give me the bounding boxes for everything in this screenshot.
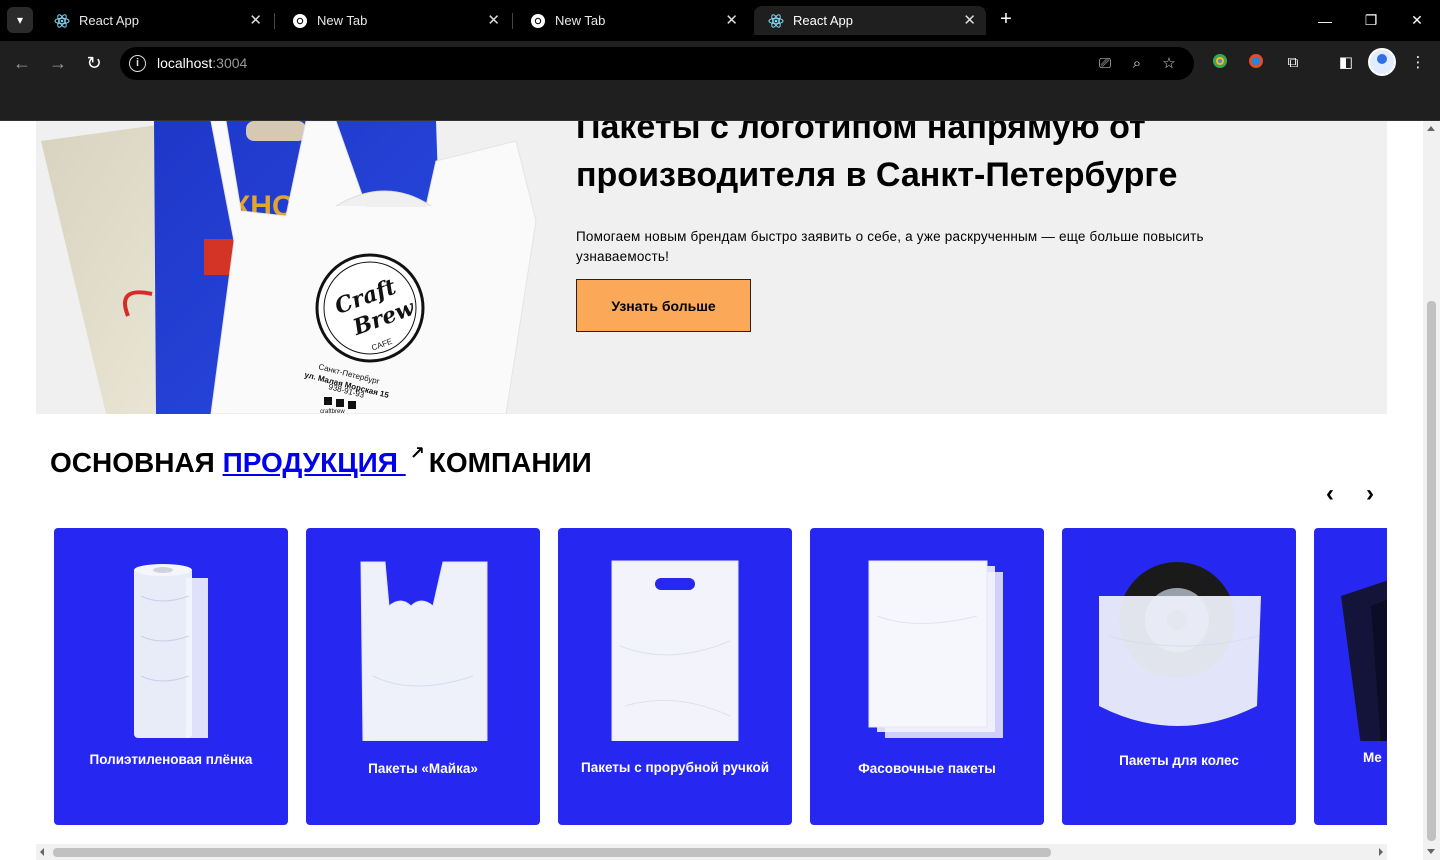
more-menu-icon[interactable]: ⋮ xyxy=(1407,52,1429,74)
restore-icon[interactable]: ❐ xyxy=(1348,0,1394,41)
tab-title: React App xyxy=(79,13,139,28)
close-window-icon[interactable]: ✕ xyxy=(1394,0,1440,41)
back-arrow-icon[interactable]: ← xyxy=(11,52,33,74)
product-label: Ме xyxy=(1363,750,1382,765)
hero-bags-image: КНС Craft Brew CAFE Санкт-Петербург ул. … xyxy=(36,121,556,414)
product-carousel: Полиэтиленовая плёнка Пакеты «Майка» Пак… xyxy=(36,528,1387,826)
scroll-left-arrow-icon[interactable] xyxy=(40,848,44,856)
product-card-tshirt-bag[interactable]: Пакеты «Майка» xyxy=(306,528,540,825)
browser-toolbar: ← → ↻ i localhost:3004 ⎚ ⌕ ☆ ⧉ ◧ ⋮ xyxy=(0,41,1440,85)
tab-title: New Tab xyxy=(555,13,606,28)
product-card-film[interactable]: Полиэтиленовая плёнка xyxy=(54,528,288,825)
film-roll-image xyxy=(81,556,261,741)
product-label: Пакеты «Майка» xyxy=(368,761,478,776)
tab-react-app-1[interactable]: React App ✕ xyxy=(40,6,272,35)
zoom-icon[interactable]: ⌕ xyxy=(1127,54,1147,74)
tshirt-bag-image xyxy=(333,556,513,742)
forward-arrow-icon[interactable]: → xyxy=(47,52,69,74)
reload-icon[interactable]: ↻ xyxy=(83,52,105,74)
external-link-icon: ↗ xyxy=(409,443,425,463)
product-card-partial[interactable]: Ме xyxy=(1314,528,1387,825)
tab-new-tab-1[interactable]: New Tab ✕ xyxy=(278,6,510,35)
bookmarks-bar xyxy=(0,85,1440,121)
product-label: Пакеты для колес xyxy=(1119,753,1239,768)
scroll-right-arrow-icon[interactable] xyxy=(1379,848,1383,856)
vertical-scrollbar[interactable] xyxy=(1423,121,1440,860)
tab-new-tab-2[interactable]: New Tab ✕ xyxy=(516,6,748,35)
horizontal-scroll-thumb[interactable] xyxy=(53,848,1051,857)
profile-avatar[interactable] xyxy=(1368,48,1396,76)
carousel-prev-button[interactable]: ‹ xyxy=(1318,481,1342,507)
tab-strip: ▾ React App ✕ New Tab ✕ New Tab ✕ React … xyxy=(0,0,1440,41)
product-label: Пакеты с прорубной ручкой xyxy=(581,760,769,775)
extensions-puzzle-icon[interactable]: ⧉ xyxy=(1282,52,1304,74)
section-title: ОСНОВНАЯ ПРОДУКЦИЯ ↗ КОМПАНИИ xyxy=(50,443,592,479)
url-text[interactable]: localhost:3004 xyxy=(157,55,247,71)
tab-separator xyxy=(274,13,275,29)
react-icon xyxy=(54,13,70,29)
title-part-1: ОСНОВНАЯ xyxy=(50,447,223,478)
title-part-2: КОМПАНИИ xyxy=(428,447,592,478)
tab-title: New Tab xyxy=(317,13,368,28)
dark-bags-image xyxy=(1341,556,1387,746)
product-card-diecut-bag[interactable]: Пакеты с прорубной ручкой xyxy=(558,528,792,825)
tab-search-button[interactable]: ▾ xyxy=(7,7,33,33)
chrome-icon xyxy=(530,13,546,29)
bookmark-star-icon[interactable]: ☆ xyxy=(1159,54,1179,74)
close-icon[interactable]: ✕ xyxy=(963,11,976,29)
minimize-icon[interactable]: — xyxy=(1302,0,1348,41)
react-icon xyxy=(768,13,784,29)
page-viewport: КНС Craft Brew CAFE Санкт-Петербург ул. … xyxy=(0,121,1423,860)
hero-banner: КНС Craft Brew CAFE Санкт-Петербург ул. … xyxy=(36,121,1387,414)
extension-shield-icon[interactable] xyxy=(1245,52,1267,74)
product-card-packing-bags[interactable]: Фасовочные пакеты xyxy=(810,528,1044,825)
scroll-down-arrow-icon[interactable] xyxy=(1427,849,1435,854)
diecut-bag-image xyxy=(585,556,765,742)
new-tab-plus-icon[interactable]: + xyxy=(996,9,1016,30)
extension-color-icon[interactable] xyxy=(1209,52,1231,74)
horizontal-scrollbar[interactable] xyxy=(36,844,1387,860)
tab-separator xyxy=(512,13,513,29)
product-label: Фасовочные пакеты xyxy=(858,761,996,776)
packing-bags-image xyxy=(837,556,1017,741)
hero-title: Пакеты с логотипом напрямую от производи… xyxy=(576,121,1178,194)
close-icon[interactable]: ✕ xyxy=(487,11,500,29)
tire-bag-image xyxy=(1089,556,1269,741)
product-card-tire-bags[interactable]: Пакеты для колес xyxy=(1062,528,1296,825)
hero-subtitle: Помогаем новым брендам быстро заявить о … xyxy=(576,229,1204,264)
tab-react-app-active[interactable]: React App ✕ xyxy=(754,6,986,35)
learn-more-button[interactable]: Узнать больше xyxy=(576,279,751,332)
install-app-icon[interactable]: ⎚ xyxy=(1095,54,1115,74)
address-bar[interactable]: i localhost:3004 ⎚ ⌕ ☆ xyxy=(120,47,1194,80)
products-link[interactable]: ПРОДУКЦИЯ xyxy=(223,447,406,478)
scroll-up-arrow-icon[interactable] xyxy=(1427,126,1435,131)
vertical-scroll-thumb[interactable] xyxy=(1427,301,1436,841)
bag-site: craftbrew xyxy=(320,409,345,414)
side-panel-icon[interactable]: ◧ xyxy=(1335,52,1357,74)
tab-title: React App xyxy=(793,13,853,28)
carousel-next-button[interactable]: › xyxy=(1358,481,1382,507)
product-label: Полиэтиленовая плёнка xyxy=(89,752,253,767)
info-icon[interactable]: i xyxy=(129,55,146,72)
chrome-icon xyxy=(292,13,308,29)
close-icon[interactable]: ✕ xyxy=(725,11,738,29)
close-icon[interactable]: ✕ xyxy=(249,11,262,29)
